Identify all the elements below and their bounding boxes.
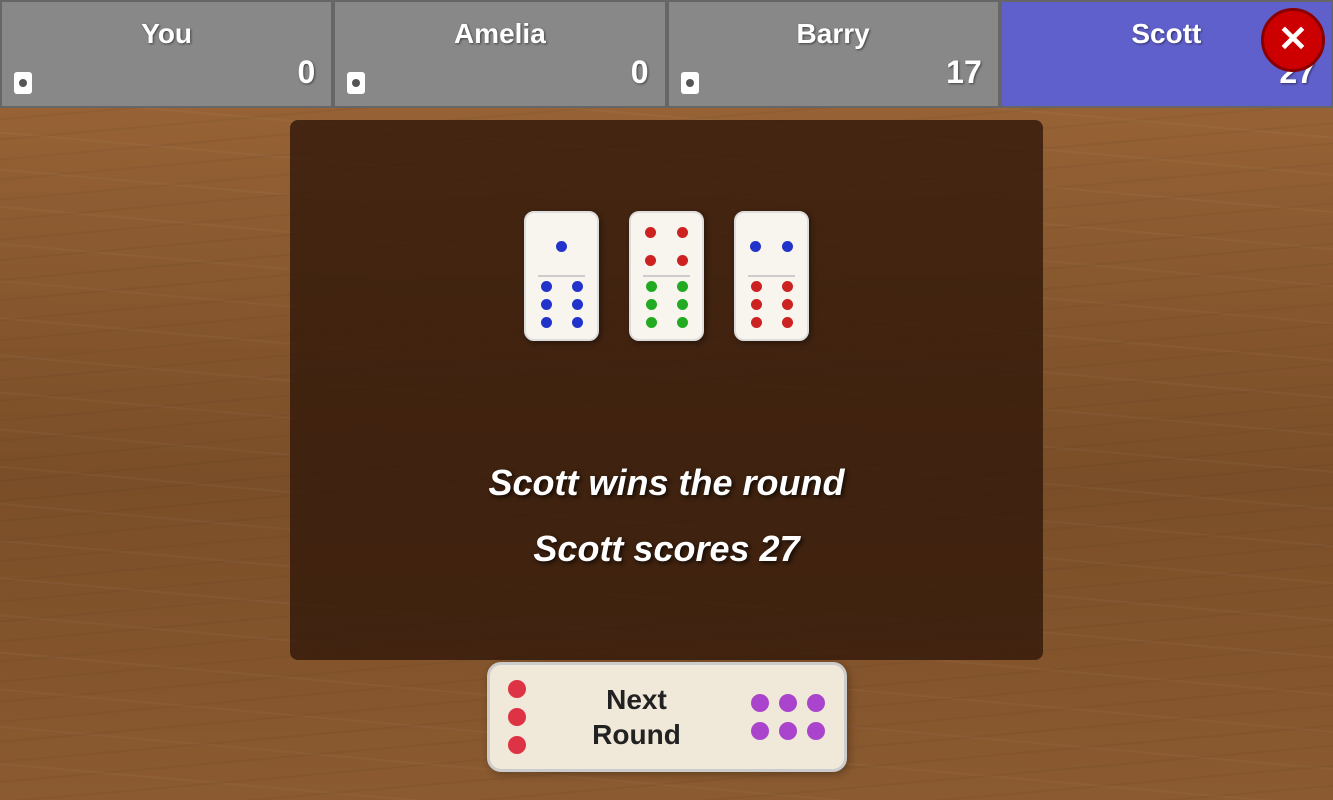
dot <box>751 299 762 310</box>
domino-2-bottom <box>637 279 696 331</box>
btn-dot-purple-2 <box>779 694 797 712</box>
close-icon: ✕ <box>1278 21 1308 57</box>
close-button-circle: ✕ <box>1261 8 1325 72</box>
domino-3 <box>734 211 809 341</box>
btn-dot-red-1 <box>508 680 526 698</box>
dot <box>677 227 688 238</box>
dot <box>782 281 793 292</box>
btn-dot-purple-6 <box>807 722 825 740</box>
score-panel-amelia: Amelia 0 <box>333 0 666 108</box>
domino-icon-amelia <box>347 72 365 94</box>
close-button[interactable]: ✕ <box>1261 8 1325 72</box>
dot <box>556 241 567 252</box>
domino-2-top <box>637 221 696 273</box>
btn-dot-row-r1 <box>747 694 825 712</box>
dot <box>541 317 552 328</box>
win-message: Scott wins the round <box>489 462 845 504</box>
dot <box>677 317 688 328</box>
domino-3-top <box>742 221 801 273</box>
dot <box>750 241 761 252</box>
btn-dot-purple-5 <box>779 722 797 740</box>
player-score-barry: 17 <box>669 54 998 91</box>
domino-1 <box>524 211 599 341</box>
scoreboard-header: You 0 Amelia 0 Barry 17 Scott 27 <box>0 0 1333 108</box>
domino-icon-barry <box>681 72 699 94</box>
btn-dot-red-3 <box>508 736 526 754</box>
player-name-you: You <box>141 18 192 50</box>
result-messages: Scott wins the round Scott scores 27 <box>489 462 845 570</box>
dot <box>572 281 583 292</box>
button-dots-left <box>508 680 526 754</box>
btn-dot-purple-1 <box>751 694 769 712</box>
dot <box>782 299 793 310</box>
dot <box>677 299 688 310</box>
dot <box>645 255 656 266</box>
domino-divider <box>643 275 690 277</box>
domino-2 <box>629 211 704 341</box>
dominoes-display <box>524 211 809 341</box>
dot <box>572 299 583 310</box>
score-message: Scott scores 27 <box>489 528 845 570</box>
btn-dot-row-1 <box>508 680 526 698</box>
next-round-label-line2: Round <box>592 717 681 752</box>
dot <box>541 299 552 310</box>
player-score-amelia: 0 <box>335 54 664 91</box>
player-name-scott: Scott <box>1131 18 1201 50</box>
score-panel-you: You 0 <box>0 0 333 108</box>
domino-icon-you <box>14 72 32 94</box>
score-panel-barry: Barry 17 <box>667 0 1000 108</box>
dot <box>646 281 657 292</box>
dot <box>677 281 688 292</box>
domino-divider <box>538 275 585 277</box>
domino-1-top <box>532 221 591 273</box>
player-name-barry: Barry <box>797 18 870 50</box>
dot <box>645 227 656 238</box>
btn-dot-row-2 <box>508 708 526 726</box>
player-name-amelia: Amelia <box>454 18 546 50</box>
domino-3-bottom <box>742 279 801 331</box>
next-round-label-line1: Next <box>592 682 681 717</box>
dot <box>782 317 793 328</box>
domino-1-bottom <box>532 279 591 331</box>
next-round-button[interactable]: Next Round <box>487 662 847 772</box>
btn-dot-purple-3 <box>807 694 825 712</box>
button-dots-right <box>747 694 825 740</box>
btn-dot-purple-4 <box>751 722 769 740</box>
dot <box>782 241 793 252</box>
dot <box>677 255 688 266</box>
dot <box>751 281 762 292</box>
domino-divider <box>748 275 795 277</box>
dot <box>541 281 552 292</box>
dot <box>751 317 762 328</box>
next-round-label: Next Round <box>592 682 681 752</box>
dot <box>646 317 657 328</box>
result-panel: Scott wins the round Scott scores 27 <box>290 120 1043 660</box>
btn-dot-red-2 <box>508 708 526 726</box>
btn-dot-row-r2 <box>747 722 825 740</box>
btn-dot-row-3 <box>508 736 526 754</box>
dot <box>646 299 657 310</box>
player-score-you: 0 <box>2 54 331 91</box>
dot <box>572 317 583 328</box>
